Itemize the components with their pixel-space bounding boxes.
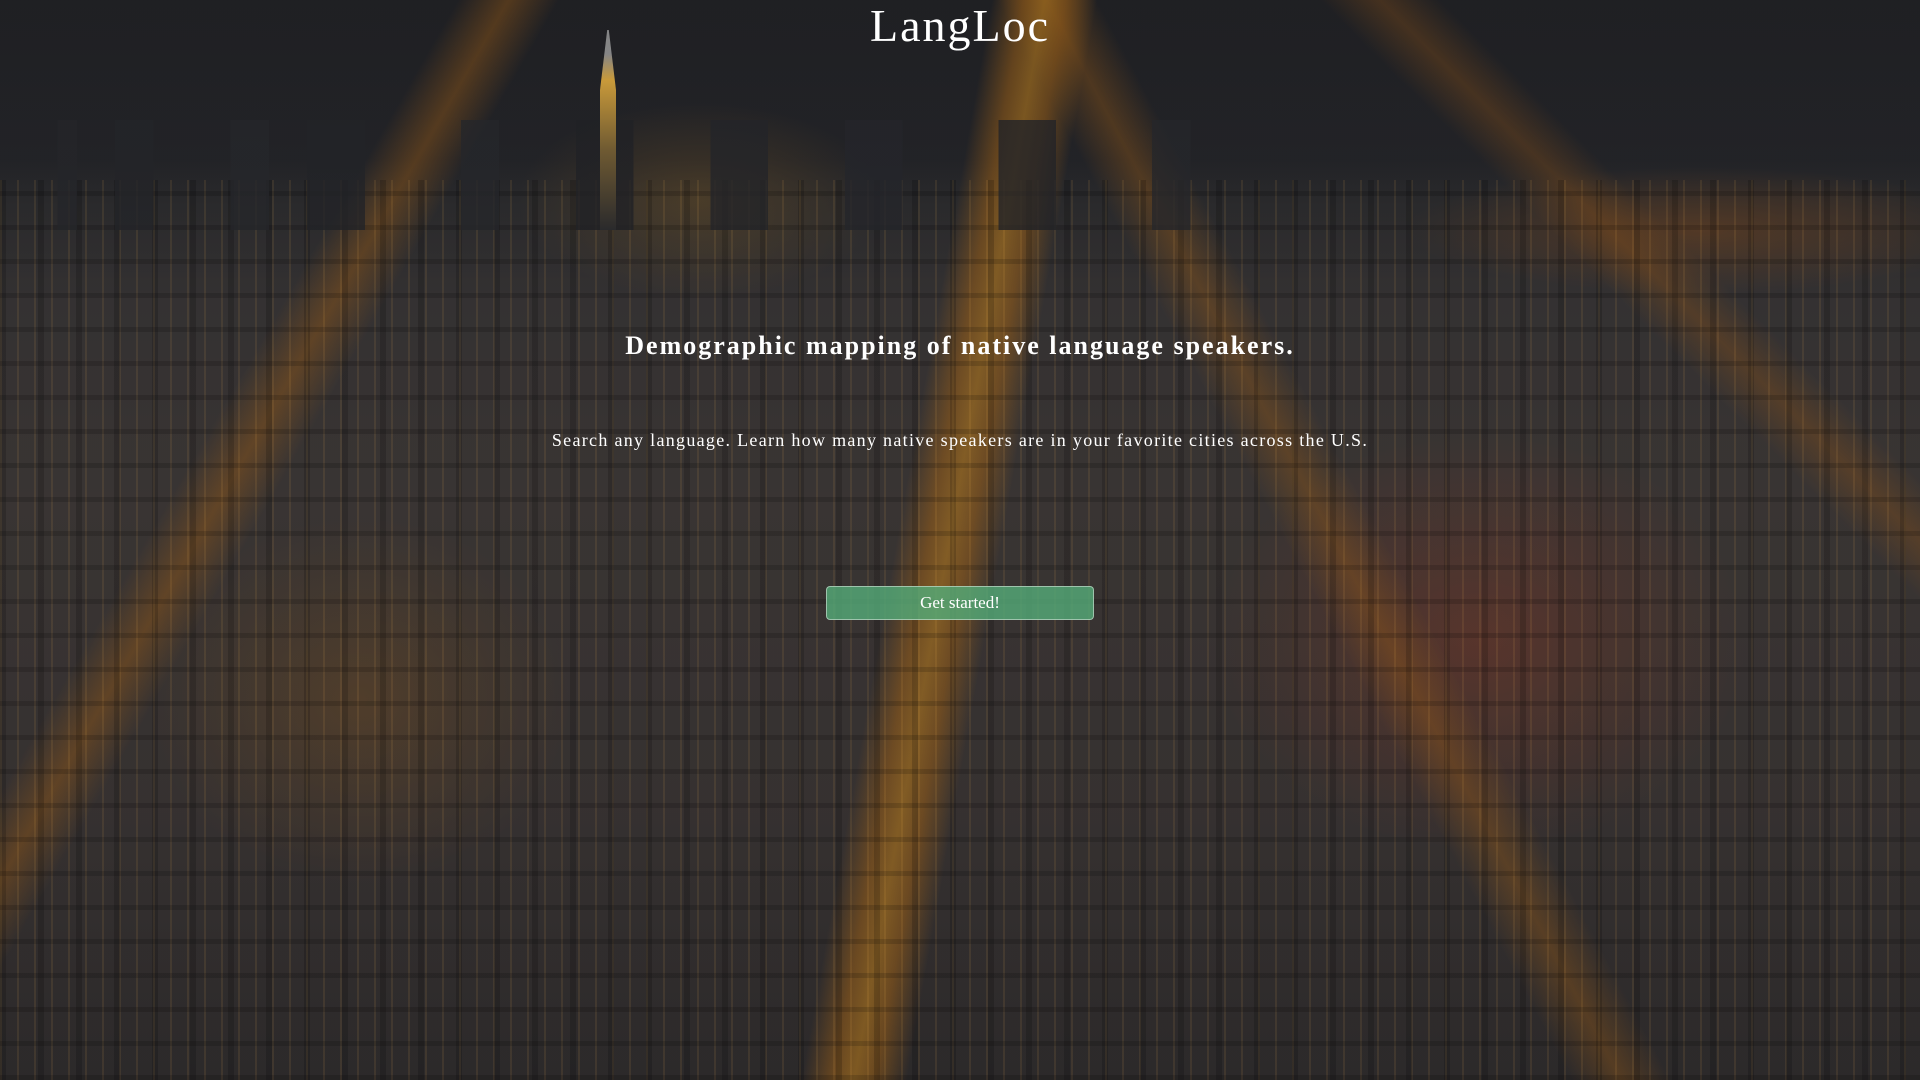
city-background-image — [0, 0, 1920, 1080]
hero-tagline: Search any language. Learn how many nati… — [551, 430, 1369, 450]
hero-subtitle: Demographic mapping of native language s… — [625, 331, 1295, 360]
hero-section: LangLoc Demographic mapping of native la… — [0, 0, 1920, 1080]
site-title: LangLoc — [869, 0, 1051, 51]
get-started-button[interactable]: Get started! — [826, 586, 1094, 620]
